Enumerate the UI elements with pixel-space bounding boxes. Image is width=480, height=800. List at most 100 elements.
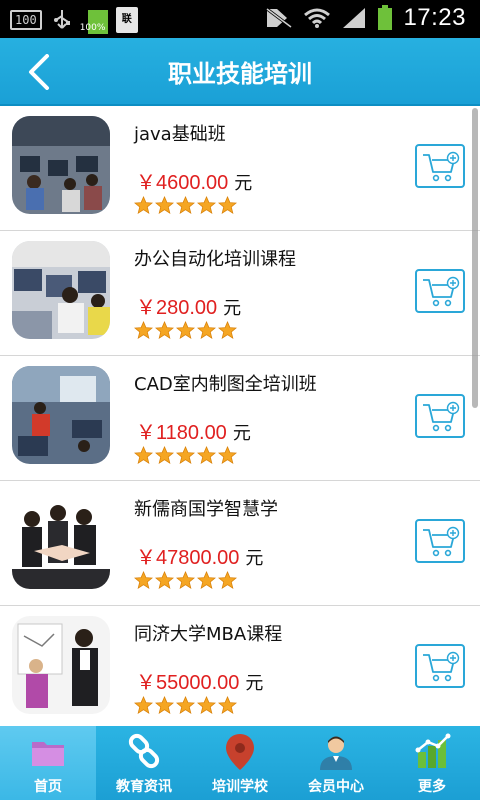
price-row: ￥4600.00 元 <box>136 166 252 195</box>
price-row: ￥47800.00 元 <box>136 541 263 570</box>
nav-education-news[interactable]: 教育资讯 <box>96 726 192 800</box>
star-icon <box>134 696 153 714</box>
title-bar: 职业技能培训 <box>0 38 480 106</box>
rating-stars <box>134 696 237 715</box>
add-to-cart-button[interactable] <box>415 269 465 313</box>
star-icon <box>155 321 174 339</box>
course-name: 办公自动化培训课程 <box>134 249 296 270</box>
star-icon <box>155 696 174 714</box>
nav-label: 更多 <box>418 779 446 795</box>
nav-member-center[interactable]: 会员中心 <box>288 726 384 800</box>
course-item[interactable]: 办公自动化培训课程 ￥280.00 元 <box>0 231 480 356</box>
star-icon <box>197 696 216 714</box>
nav-label: 培训学校 <box>212 779 268 795</box>
star-icon <box>134 446 153 464</box>
folder-icon <box>32 742 64 766</box>
price-unit: 元 <box>232 423 251 444</box>
star-icon <box>176 571 195 589</box>
user-icon <box>320 736 352 770</box>
star-icon <box>176 696 195 714</box>
nav-more[interactable]: 更多 <box>384 726 480 800</box>
wifi-icon <box>304 8 331 28</box>
page-title: 职业技能培训 <box>168 60 312 88</box>
cart-add-icon <box>423 276 460 307</box>
link-icon <box>128 733 160 769</box>
star-icon <box>197 196 216 214</box>
course-name: 同济大学MBA课程 <box>134 624 283 645</box>
course-price: ￥280.00 <box>136 297 218 319</box>
course-item[interactable]: 新儒商国学智慧学 ￥47800.00 元 <box>0 481 480 606</box>
mute-icon <box>266 7 293 29</box>
notification-icon: 联 <box>115 7 138 33</box>
cart-add-icon <box>423 526 460 557</box>
course-thumbnail <box>12 491 110 589</box>
signal-box-icon: 100 <box>10 10 42 30</box>
star-icon <box>197 571 216 589</box>
add-to-cart-button[interactable] <box>415 519 465 563</box>
course-item[interactable]: 同济大学MBA课程 ￥55000.00 元 <box>0 606 480 726</box>
rating-stars <box>134 446 237 465</box>
cart-add-icon <box>423 651 460 682</box>
course-thumbnail <box>12 366 110 464</box>
star-icon <box>176 196 195 214</box>
course-thumbnail <box>12 116 110 214</box>
star-icon <box>197 446 216 464</box>
star-icon <box>176 446 195 464</box>
star-icon <box>134 571 153 589</box>
star-icon <box>134 196 153 214</box>
usb-icon <box>53 10 70 29</box>
nav-home[interactable]: 首页 <box>0 726 96 800</box>
star-icon <box>176 321 195 339</box>
course-price: ￥47800.00 <box>136 547 240 569</box>
clock: 17:23 <box>403 4 466 31</box>
nav-training-schools[interactable]: 培训学校 <box>192 726 288 800</box>
price-unit: 元 <box>245 548 264 569</box>
star-icon <box>155 446 174 464</box>
star-icon <box>218 196 237 214</box>
star-icon <box>218 696 237 714</box>
star-icon <box>218 446 237 464</box>
battery-status-icon: 100% <box>80 6 108 34</box>
price-unit: 元 <box>245 673 264 694</box>
price-unit: 元 <box>234 173 253 194</box>
star-icon <box>218 571 237 589</box>
star-icon <box>155 571 174 589</box>
star-icon <box>218 321 237 339</box>
star-icon <box>134 321 153 339</box>
star-icon <box>197 321 216 339</box>
star-icon <box>155 196 174 214</box>
course-price: ￥55000.00 <box>136 672 240 694</box>
course-item[interactable]: java基础班 ￥4600.00 元 <box>0 106 480 231</box>
price-unit: 元 <box>223 298 242 319</box>
course-name: CAD室内制图全培训班 <box>134 374 317 395</box>
course-price: ￥4600.00 <box>136 172 229 194</box>
rating-stars <box>134 571 237 590</box>
course-name: 新儒商国学智慧学 <box>134 499 278 520</box>
course-price: ￥1180.00 <box>136 422 227 444</box>
rating-stars <box>134 321 237 340</box>
price-row: ￥55000.00 元 <box>136 666 263 695</box>
bottom-nav: 首页 教育资讯 培训学校 会员中心 更多 <box>0 726 480 800</box>
nav-label: 教育资讯 <box>116 779 172 795</box>
course-list[interactable]: java基础班 ￥4600.00 元 办公自动化培训课程 ￥280.00 元 C… <box>0 106 480 726</box>
signal-icon <box>343 8 366 28</box>
course-thumbnail <box>12 616 110 714</box>
add-to-cart-button[interactable] <box>415 144 465 188</box>
map-pin-icon <box>226 734 254 770</box>
course-name: java基础班 <box>134 124 226 145</box>
price-row: ￥1180.00 元 <box>136 416 251 445</box>
rating-stars <box>134 196 237 215</box>
price-row: ￥280.00 元 <box>136 291 241 320</box>
chart-icon <box>415 733 451 768</box>
course-thumbnail <box>12 241 110 339</box>
battery-icon <box>378 5 393 30</box>
add-to-cart-button[interactable] <box>415 644 465 688</box>
course-item[interactable]: CAD室内制图全培训班 ￥1180.00 元 <box>0 356 480 481</box>
cart-add-icon <box>423 401 460 432</box>
add-to-cart-button[interactable] <box>415 394 465 438</box>
nav-label: 会员中心 <box>308 779 364 795</box>
cart-add-icon <box>423 151 460 182</box>
nav-label: 首页 <box>34 779 62 795</box>
scrollbar[interactable] <box>472 108 478 408</box>
status-bar: 100 100% 联 17:23 <box>0 0 480 38</box>
